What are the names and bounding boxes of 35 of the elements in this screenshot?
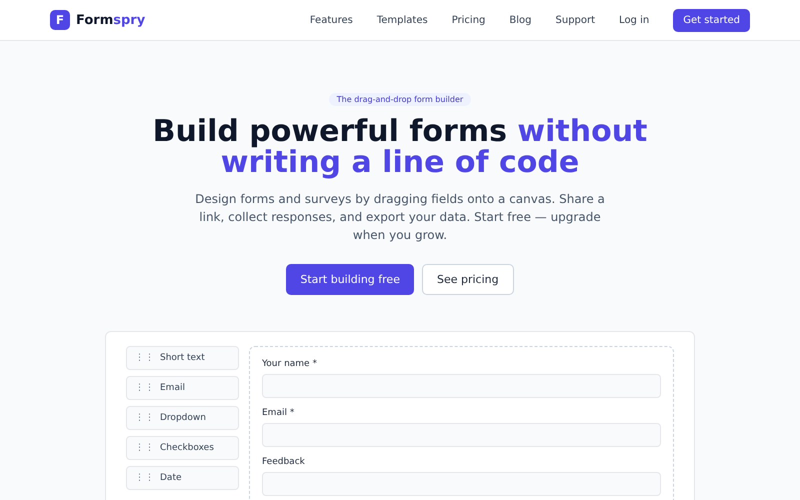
- drag-handle[interactable]: ⋮⋮: [135, 353, 155, 363]
- input-field[interactable]: [262, 472, 661, 496]
- get-started-button[interactable]: Get started: [673, 8, 750, 32]
- nav-link[interactable]: Blog: [509, 14, 532, 26]
- drag-handle[interactable]: ⋮⋮: [135, 383, 155, 393]
- field-chip[interactable]: ⋮⋮ Checkboxes: [126, 436, 239, 460]
- field-chip[interactable]: ⋮⋮ Email: [126, 376, 239, 400]
- chip-label: Short text: [160, 353, 205, 363]
- pricing-button[interactable]: See pricing: [422, 264, 514, 295]
- tagline-badge: The drag-and-drop form builder: [328, 93, 472, 106]
- chip-label: Date: [160, 473, 182, 483]
- field-chip[interactable]: ⋮⋮ Dropdown: [126, 406, 239, 430]
- field-chip[interactable]: ⋮⋮ Short text: [126, 346, 239, 370]
- nav-link[interactable]: Support: [556, 14, 596, 26]
- subtitle: Design forms and surveys by dragging fields onto a canvas. Share a link, collect responses, and export your data. Start free — upgrade when you grow.: [194, 191, 606, 244]
- nav-link[interactable]: Log in: [619, 14, 650, 26]
- brand-name[interactable]: Formspry: [76, 12, 146, 28]
- chip-label: Checkboxes: [160, 443, 214, 453]
- headline: Build powerful forms without writing a line of code: [152, 116, 648, 178]
- input-field[interactable]: [262, 423, 661, 447]
- nav-link[interactable]: Features: [310, 14, 353, 26]
- start-button[interactable]: Start building free: [286, 264, 414, 295]
- field-label: Your name *: [262, 359, 318, 369]
- input-field[interactable]: [262, 374, 661, 398]
- drag-handle[interactable]: ⋮⋮: [135, 473, 155, 483]
- nav-link[interactable]: Pricing: [452, 14, 486, 26]
- field-chip[interactable]: ⋮⋮ Date: [126, 466, 239, 490]
- logo-icon[interactable]: F: [50, 10, 70, 30]
- drag-handle[interactable]: ⋮⋮: [135, 413, 155, 423]
- field-label: Email *: [262, 408, 296, 418]
- field-label: Feedback: [262, 457, 306, 467]
- chip-label: Dropdown: [160, 413, 206, 423]
- chip-label: Email: [160, 383, 185, 393]
- nav-link[interactable]: Templates: [376, 14, 428, 26]
- drag-handle[interactable]: ⋮⋮: [135, 443, 155, 453]
